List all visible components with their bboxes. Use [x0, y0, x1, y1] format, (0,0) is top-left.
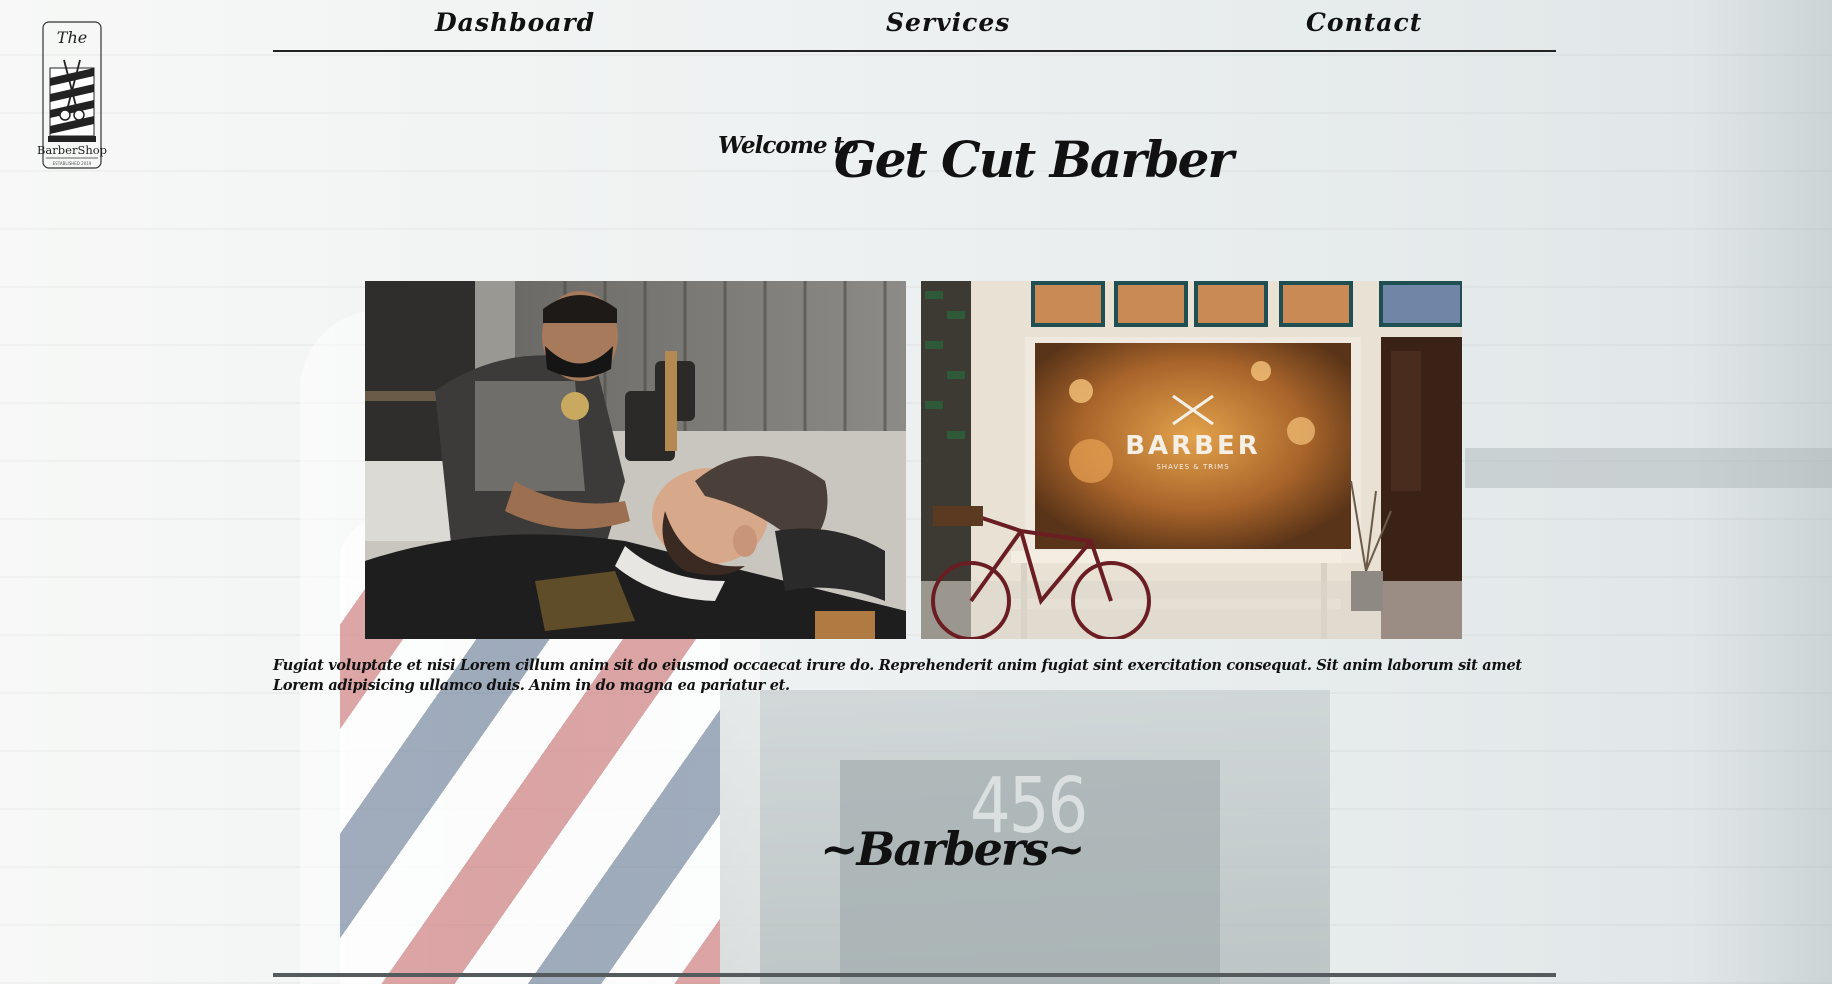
barbers-section-title: ~Barbers~ — [820, 822, 1086, 876]
barbershop-logo[interactable]: The BarberShop ESTABLISHED 2019 — [34, 20, 112, 172]
storefront-subsign-text: SHAVES & TRIMS — [1156, 463, 1229, 471]
page-title: Get Cut Barber — [834, 130, 1234, 189]
main-nav: Dashboard Services Contact — [273, 0, 1556, 52]
nav-services-link[interactable]: Services — [886, 8, 1010, 37]
intro-paragraph: Fugiat voluptate et nisi Lorem cillum an… — [273, 657, 1522, 694]
nav-contact-link[interactable]: Contact — [1306, 8, 1422, 37]
storefront-sign-text: BARBER — [1125, 431, 1261, 461]
logo-tagline-text: ESTABLISHED 2019 — [53, 161, 92, 166]
nav-dashboard-link[interactable]: Dashboard — [435, 8, 595, 37]
barber-at-work-photo — [365, 281, 906, 639]
section-divider — [273, 973, 1556, 977]
barbershop-logo-icon: The BarberShop ESTABLISHED 2019 — [37, 21, 107, 169]
barbershop-storefront-photo: BARBER SHAVES & TRIMS — [921, 281, 1462, 639]
logo-name-text: BarberShop — [37, 143, 107, 157]
wall-shadow — [1692, 0, 1832, 984]
logo-the-text: The — [57, 28, 87, 47]
